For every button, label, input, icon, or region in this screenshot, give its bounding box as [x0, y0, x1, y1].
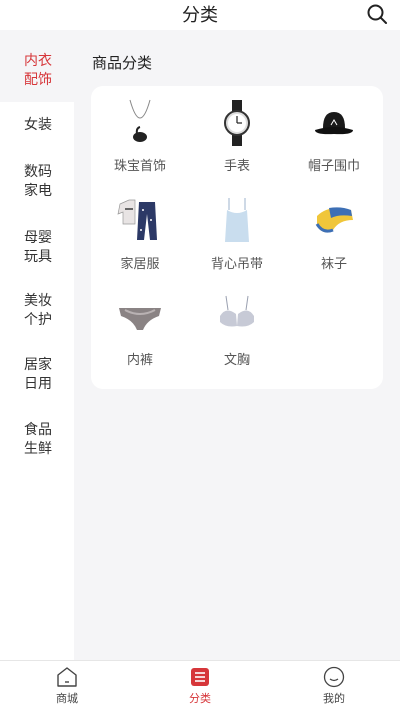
category-label: 文胸 [223, 353, 250, 368]
sidebar-item-label: 数码家电 [24, 164, 52, 199]
sidebar-item-label: 居家日用 [24, 357, 52, 392]
category-label: 家居服 [120, 257, 160, 272]
hat-icon [315, 112, 353, 135]
bra-icon [220, 295, 254, 327]
home-icon [57, 667, 77, 687]
top-bar: 分类 [0, 0, 400, 30]
necklace-icon [129, 99, 151, 142]
sidebar-item-label: 食品生鲜 [24, 422, 52, 457]
tab-label: 商城 [56, 692, 78, 705]
tab-label: 我的 [323, 692, 345, 705]
category-watch[interactable]: 手表 [189, 98, 285, 174]
category-label: 帽子围巾 [307, 159, 360, 174]
category-label: 内裤 [126, 353, 153, 368]
category-underwear[interactable]: 内裤 [92, 292, 188, 368]
search-icon[interactable] [366, 3, 388, 25]
sidebar-item-underwear-accessories[interactable]: 内衣配饰 [0, 40, 74, 102]
category-label: 袜子 [320, 257, 347, 272]
category-hats-scarves[interactable]: 帽子围巾 [286, 98, 382, 174]
socks-icon [315, 207, 353, 233]
bottom-tab-bar: 商城 分类 我的 [0, 660, 400, 710]
category-camisoles[interactable]: 背心吊带 [189, 196, 285, 272]
sidebar-item-mother-baby-toys[interactable]: 母婴玩具 [0, 229, 74, 267]
profile-icon [323, 666, 345, 688]
tab-label: 分类 [189, 692, 211, 705]
sidebar-item-digital-appliances[interactable]: 数码家电 [0, 163, 74, 201]
pajamas-icon [117, 199, 157, 240]
category-socks[interactable]: 袜子 [286, 196, 382, 272]
page-title: 分类 [182, 5, 218, 26]
sidebar-item-label: 美妆个护 [24, 293, 52, 328]
sidebar-item-label: 母婴玩具 [24, 230, 52, 265]
tab-category[interactable]: 分类 [160, 661, 240, 710]
category-grid-card: 珠宝首饰 手表 帽子围巾 家居服 背心吊带 袜子 内裤 文胸 [91, 86, 383, 389]
sidebar-item-beauty-care[interactable]: 美妆个护 [0, 292, 74, 330]
sidebar-item-food-fresh[interactable]: 食品生鲜 [0, 421, 74, 459]
category-sidebar: 内衣配饰 女装 数码家电 母婴玩具 美妆个护 居家日用 食品生鲜 [0, 40, 74, 660]
category-label: 珠宝首饰 [113, 159, 166, 174]
tab-mall[interactable]: 商城 [27, 661, 107, 710]
sidebar-item-label: 女装 [24, 117, 52, 133]
sidebar-item-label: 内衣配饰 [24, 53, 52, 88]
category-icon [191, 668, 209, 686]
category-loungewear[interactable]: 家居服 [92, 196, 188, 272]
category-label: 背心吊带 [210, 257, 263, 272]
sidebar-item-home-daily[interactable]: 居家日用 [0, 356, 74, 394]
section-title: 商品分类 [92, 54, 153, 72]
category-bras[interactable]: 文胸 [189, 292, 285, 368]
category-jewelry[interactable]: 珠宝首饰 [92, 98, 188, 174]
watch-icon [224, 100, 250, 146]
sidebar-item-womens-clothing[interactable]: 女装 [0, 116, 74, 135]
tank-top-icon [225, 198, 249, 242]
tab-profile[interactable]: 我的 [294, 661, 374, 710]
underwear-icon [119, 308, 161, 330]
category-label: 手表 [223, 159, 250, 174]
